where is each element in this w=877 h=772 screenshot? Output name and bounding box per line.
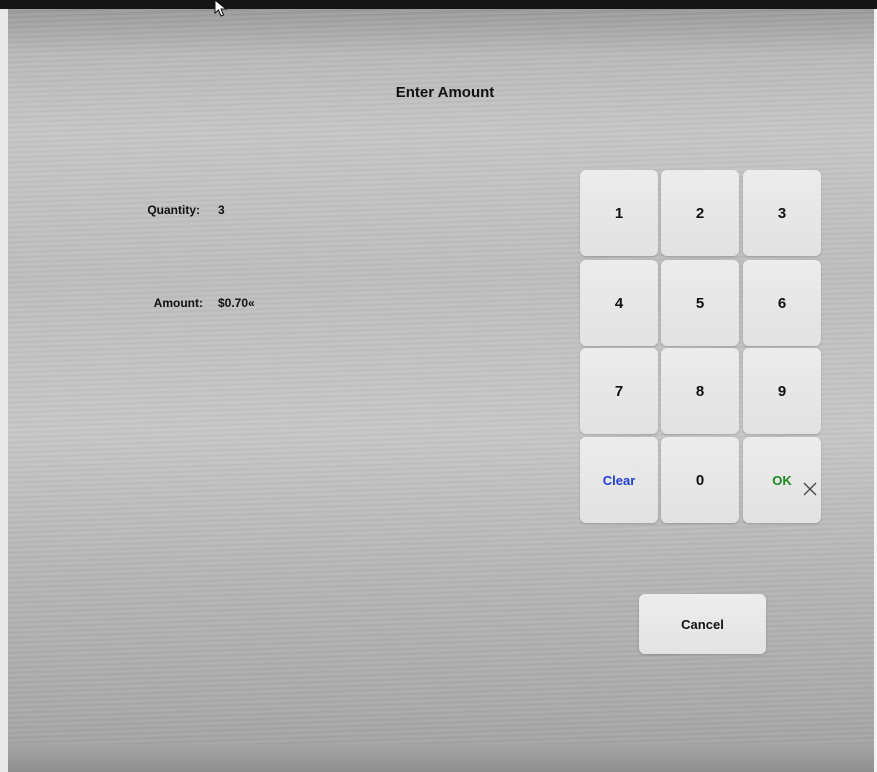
dialog-title: Enter Amount (395, 84, 495, 101)
amount-value: $0.70« (218, 296, 255, 310)
key-6[interactable]: 6 (743, 260, 821, 346)
clear-button[interactable]: Clear (580, 437, 658, 523)
key-4[interactable]: 4 (580, 260, 658, 346)
key-5[interactable]: 5 (661, 260, 739, 346)
top-bar (0, 0, 877, 9)
amount-label: Amount: (153, 296, 203, 310)
key-2[interactable]: 2 (661, 170, 739, 256)
cancel-button[interactable]: Cancel (639, 594, 766, 654)
key-3[interactable]: 3 (743, 170, 821, 256)
key-1[interactable]: 1 (580, 170, 658, 256)
ok-button[interactable]: OK (743, 437, 821, 523)
quantity-label: Quantity: (147, 203, 200, 217)
close-x-cursor-icon (803, 482, 817, 496)
quantity-value: 3 (218, 203, 225, 217)
left-edge (0, 9, 8, 772)
key-9[interactable]: 9 (743, 348, 821, 434)
key-7[interactable]: 7 (580, 348, 658, 434)
key-0[interactable]: 0 (661, 437, 739, 523)
screen-bottom-band (8, 744, 874, 772)
mouse-pointer-icon (214, 0, 228, 17)
key-8[interactable]: 8 (661, 348, 739, 434)
